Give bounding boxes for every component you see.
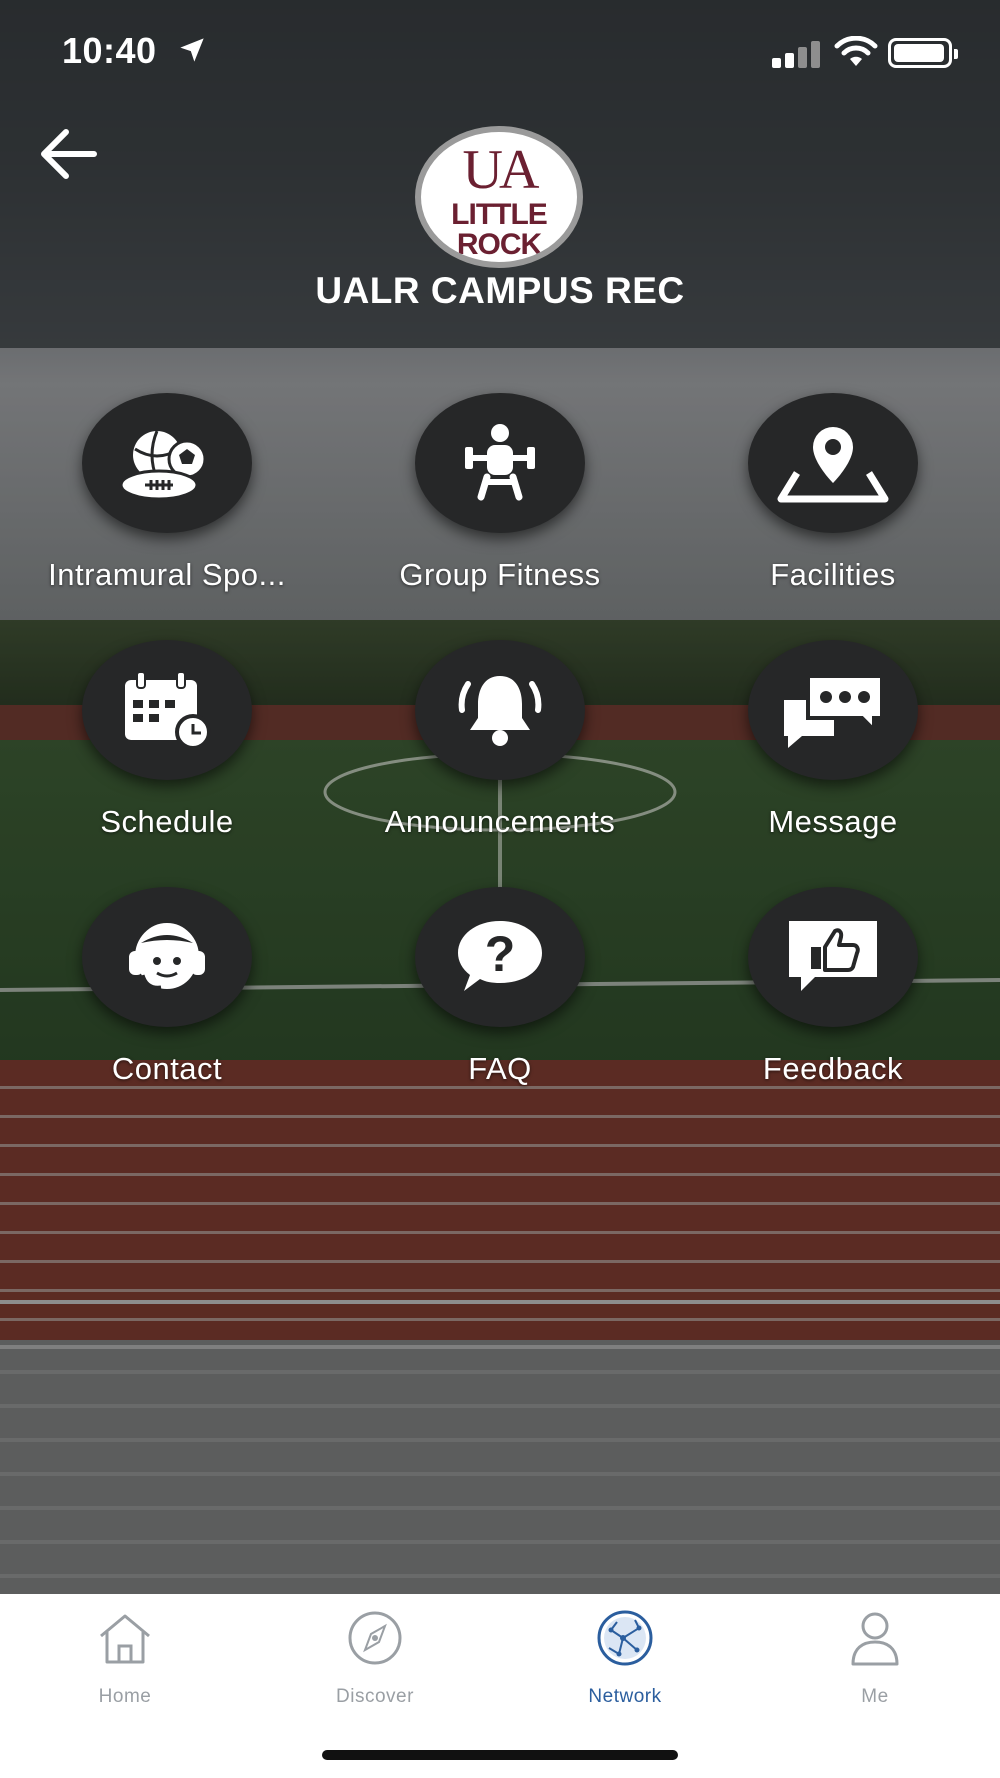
- tab-label: Network: [588, 1686, 662, 1707]
- back-button[interactable]: [36, 126, 102, 182]
- tab-network[interactable]: Network: [500, 1608, 750, 1718]
- home-indicator: [322, 1750, 678, 1760]
- tile-icon-circle: [748, 887, 918, 1027]
- compass-icon: [348, 1611, 402, 1665]
- tab-discover[interactable]: Discover: [250, 1608, 500, 1718]
- tab-home[interactable]: Home: [0, 1608, 250, 1718]
- tile-label: Feedback: [762, 1051, 904, 1086]
- chat-bubbles-icon: [784, 674, 884, 748]
- tile-label: Message: [768, 804, 898, 839]
- tile-label: FAQ: [468, 1051, 532, 1086]
- tile-faq[interactable]: ? FAQ: [333, 887, 633, 1107]
- battery-icon: [888, 38, 958, 68]
- page-title: UALR CAMPUS REC: [315, 270, 685, 311]
- tile-label: Intramural Spo...: [48, 557, 286, 592]
- tile-label: Announcements: [384, 804, 616, 839]
- tile-label: Schedule: [100, 804, 234, 839]
- tile-feedback[interactable]: Feedback: [666, 887, 966, 1107]
- person-icon: [851, 1612, 899, 1666]
- wifi-icon: [834, 36, 878, 66]
- tile-schedule[interactable]: Schedule: [0, 640, 300, 860]
- tile-label: Group Fitness: [399, 557, 601, 592]
- headset-person-icon: [129, 923, 205, 989]
- tile-announcements[interactable]: Announcements: [333, 640, 633, 860]
- tile-icon-circle: [82, 640, 252, 780]
- map-pin-icon: [777, 427, 889, 503]
- weightlifter-icon: [465, 424, 535, 501]
- tab-label: Home: [98, 1686, 152, 1707]
- tile-group-fitness[interactable]: Group Fitness: [333, 393, 633, 613]
- location-arrow-icon: [180, 38, 204, 62]
- tile-icon-circle: ?: [415, 887, 585, 1027]
- home-icon: [100, 1614, 150, 1664]
- tile-icon-circle: [748, 393, 918, 533]
- network-icon: [597, 1610, 653, 1666]
- tile-facilities[interactable]: Facilities: [666, 393, 966, 613]
- tile-contact[interactable]: Contact: [0, 887, 300, 1107]
- tab-label: Me: [861, 1686, 889, 1707]
- tab-me[interactable]: Me: [750, 1608, 1000, 1718]
- tile-intramural-sports[interactable]: Intramural Spo...: [0, 393, 300, 613]
- calendar-clock-icon: [125, 671, 211, 750]
- bell-icon: [458, 676, 542, 746]
- tile-icon-circle: [82, 887, 252, 1027]
- svg-text:?: ?: [485, 926, 516, 982]
- thumbs-up-bubble-icon: [789, 921, 877, 991]
- question-bubble-icon: ?: [458, 921, 542, 991]
- tile-message[interactable]: Message: [666, 640, 966, 860]
- tile-icon-circle: [748, 640, 918, 780]
- tile-icon-circle: [415, 393, 585, 533]
- ua-little-rock-logo: UA LITTLE ROCK: [415, 126, 583, 268]
- sports-balls-icon: [119, 430, 207, 501]
- tile-label: Facilities: [770, 557, 896, 592]
- cellular-signal-icon: [772, 40, 822, 68]
- status-bar: 10:40: [0, 0, 1000, 100]
- tab-label: Discover: [336, 1686, 414, 1707]
- tile-icon-circle: [415, 640, 585, 780]
- status-time: 10:40: [62, 30, 157, 71]
- back-arrow-icon: [41, 129, 97, 179]
- tile-icon-circle: [82, 393, 252, 533]
- tile-label: Contact: [111, 1051, 223, 1086]
